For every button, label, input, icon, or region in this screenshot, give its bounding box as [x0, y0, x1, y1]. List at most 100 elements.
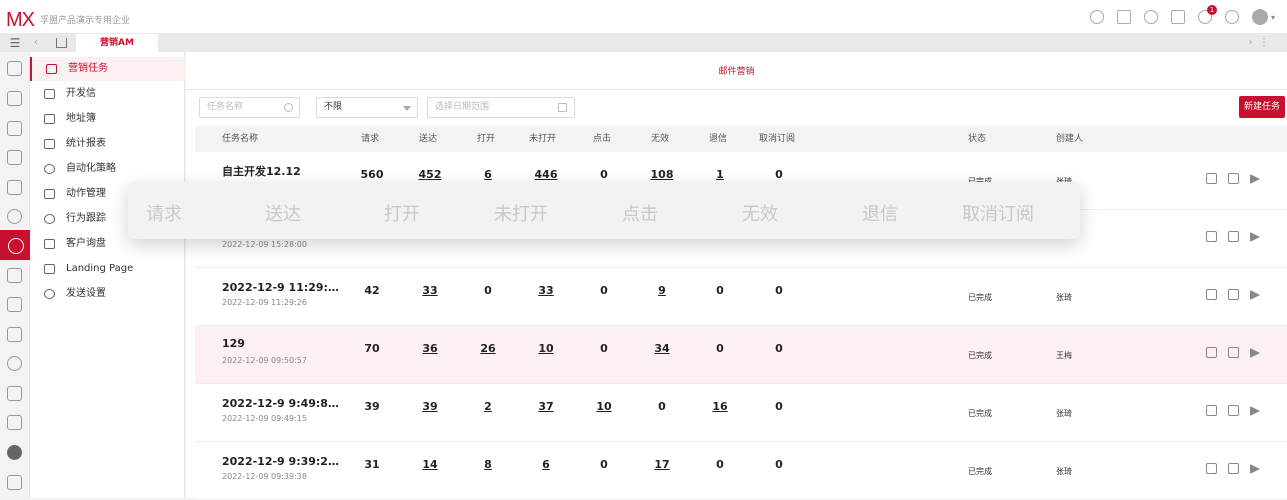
col-creator[interactable]: 创建人	[1056, 126, 1083, 152]
task-name[interactable]: 2022-12-9 9:49:8张琦	[222, 395, 342, 411]
task-name[interactable]: 129	[222, 337, 342, 350]
stat-open[interactable]: 2	[468, 400, 508, 413]
rail-message-icon[interactable]	[7, 475, 22, 490]
user-avatar[interactable]	[1251, 9, 1268, 25]
new-task-button[interactable]: 新建任务	[1239, 96, 1285, 118]
view-report-icon[interactable]	[1206, 405, 1217, 416]
menu-item-address-book[interactable]: 地址簿	[30, 107, 185, 131]
whatsapp-icon[interactable]	[1143, 10, 1158, 24]
copy-task-icon[interactable]	[1228, 405, 1239, 416]
task-name[interactable]: 2022-12-9 11:29:19张琦	[222, 279, 342, 295]
col-unopened[interactable]: 未打开	[529, 126, 556, 152]
stat-invalid[interactable]: 34	[642, 342, 682, 355]
stat-unopen[interactable]: 33	[526, 284, 566, 297]
status-select[interactable]: 不限	[316, 97, 418, 118]
send-icon[interactable]	[1250, 406, 1260, 416]
stat-del[interactable]: 39	[410, 400, 450, 413]
stat-invalid[interactable]: 9	[642, 284, 682, 297]
rail-truck-icon[interactable]	[7, 327, 22, 342]
stat-bounce[interactable]: 1	[700, 168, 740, 181]
brand-logo[interactable]: MX	[6, 9, 35, 32]
rail-contact-icon[interactable]	[7, 91, 22, 106]
view-report-icon[interactable]	[1206, 173, 1217, 184]
stat-open[interactable]: 26	[468, 342, 508, 355]
stat-del[interactable]: 14	[410, 458, 450, 471]
bell-icon[interactable]: 1	[1197, 5, 1217, 24]
task-name[interactable]: 2022-12-9 9:39:21张琦	[222, 453, 342, 469]
chevron-down-icon[interactable]: ▾	[1271, 13, 1275, 22]
rail-whatsapp-icon[interactable]	[7, 445, 22, 460]
rail-book-icon[interactable]	[7, 386, 22, 401]
copy-task-icon[interactable]	[1228, 231, 1239, 242]
help-icon[interactable]	[1224, 10, 1239, 24]
col-status[interactable]: 状态	[968, 126, 986, 152]
stat-invalid[interactable]: 17	[642, 458, 682, 471]
stat-invalid[interactable]: 108	[642, 168, 682, 181]
send-icon[interactable]	[1250, 464, 1260, 474]
col-request[interactable]: 请求	[361, 126, 379, 152]
send-icon[interactable]	[1250, 232, 1260, 242]
table-row[interactable]: 129 2022-12-09 09:50:57 70 36 26 10 0 34 0 0 已完成 王梅	[195, 326, 1287, 384]
table-row[interactable]: 2022-12-9 9:49:8张琦 2022-12-09 09:49:15 39 3…	[195, 384, 1287, 442]
stat-open[interactable]: 8	[468, 458, 508, 471]
stat-bounce[interactable]: 16	[700, 400, 740, 413]
stat-del[interactable]: 33	[410, 284, 450, 297]
stat-click[interactable]: 10	[584, 400, 624, 413]
table-row[interactable]: 2022-12-9 11:29:19张琦 2022-12-09 11:29:26 4…	[195, 268, 1287, 326]
rail-mail-icon[interactable]	[7, 150, 22, 165]
copy-task-icon[interactable]	[1228, 289, 1239, 300]
headset-icon[interactable]	[1089, 10, 1104, 24]
table-row[interactable]: 2022-12-9 9:39:21张琦 2022-12-09 09:39:38 31…	[195, 442, 1287, 500]
view-report-icon[interactable]	[1206, 347, 1217, 358]
rail-bag-icon[interactable]	[7, 180, 22, 195]
send-icon[interactable]	[1250, 174, 1260, 184]
copy-task-icon[interactable]	[1228, 347, 1239, 358]
col-task-name[interactable]: 任务名称	[222, 126, 258, 152]
task-name[interactable]: 自主开发12.12	[222, 163, 342, 179]
col-delivered[interactable]: 送达	[419, 126, 437, 152]
col-bounced[interactable]: 退信	[709, 126, 727, 152]
rail-chart-icon[interactable]	[7, 415, 22, 430]
rail-money-icon[interactable]	[7, 356, 22, 371]
stat-unopen[interactable]: 6	[526, 458, 566, 471]
callout-label: 点击	[622, 204, 658, 225]
menu-item-reports[interactable]: 统计报表	[30, 132, 185, 156]
view-report-icon[interactable]	[1206, 289, 1217, 300]
rail-shirt-icon[interactable]	[7, 268, 22, 283]
send-icon[interactable]	[1250, 348, 1260, 358]
col-unsubscribed[interactable]: 取消订阅	[759, 126, 795, 152]
col-invalid[interactable]: 无效	[651, 126, 669, 152]
rail-doc-icon[interactable]	[7, 297, 22, 312]
view-report-icon[interactable]	[1206, 231, 1217, 242]
menu-item-marketing-task[interactable]: 营销任务	[30, 57, 185, 81]
menu-item-landing-page[interactable]: Landing Page	[30, 257, 185, 281]
stat-unopen[interactable]: 10	[526, 342, 566, 355]
view-report-icon[interactable]	[1206, 463, 1217, 474]
rail-compass-icon[interactable]	[7, 209, 22, 224]
home-icon[interactable]	[56, 38, 67, 48]
menu-item-send-settings[interactable]: 发送设置	[30, 282, 185, 306]
col-opened[interactable]: 打开	[477, 126, 495, 152]
stat-unopen[interactable]: 446	[526, 168, 566, 181]
tab-marketing-am[interactable]: 营销AM	[76, 34, 158, 52]
stat-del[interactable]: 36	[410, 342, 450, 355]
tab-prev-icon[interactable]: ‹	[34, 37, 38, 48]
menu-item-dev-letter[interactable]: 开发信	[30, 82, 185, 106]
menu-item-automation[interactable]: 自动化策略	[30, 157, 185, 181]
apps-grid-icon[interactable]	[1116, 10, 1131, 24]
send-icon[interactable]	[1250, 290, 1260, 300]
stat-del[interactable]: 452	[410, 168, 450, 181]
tab-next-icon[interactable]: › ⋮	[1249, 37, 1269, 48]
task-name-input[interactable]: 任务名称	[199, 97, 300, 118]
col-clicks[interactable]: 点击	[593, 126, 611, 152]
menu-toggle-icon[interactable]: ☰	[0, 34, 30, 52]
copy-task-icon[interactable]	[1228, 173, 1239, 184]
list-icon[interactable]	[1170, 10, 1185, 24]
rail-home-icon[interactable]	[7, 61, 22, 76]
copy-task-icon[interactable]	[1228, 463, 1239, 474]
rail-org-icon[interactable]	[7, 121, 22, 136]
stat-open[interactable]: 6	[468, 168, 508, 181]
stat-unopen[interactable]: 37	[526, 400, 566, 413]
date-range-input[interactable]: 选择日期范围	[427, 97, 575, 118]
rail-marketing-icon[interactable]	[0, 230, 30, 260]
